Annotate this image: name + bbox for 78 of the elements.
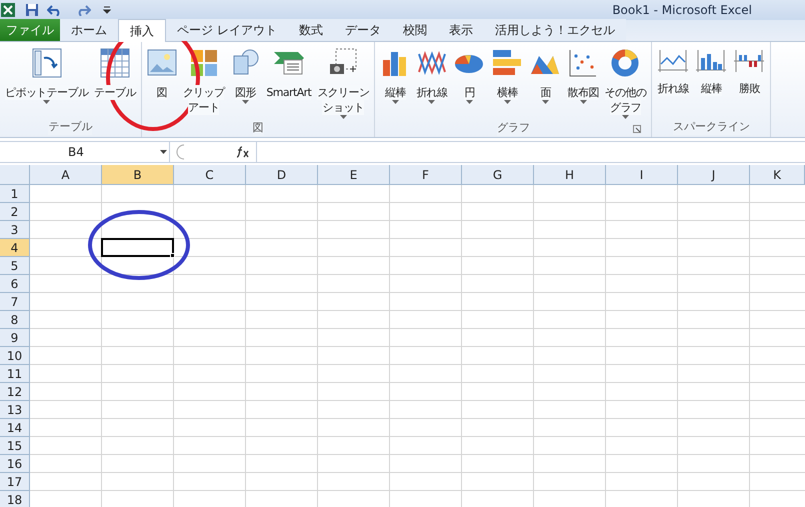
ribbon-tab[interactable]: ページ レイアウト bbox=[166, 19, 288, 41]
column-header[interactable]: G bbox=[462, 165, 534, 185]
save-icon[interactable] bbox=[25, 3, 39, 17]
window-title: Book1 - Microsoft Excel bbox=[612, 2, 752, 19]
customize-toolbar-icon[interactable] bbox=[103, 6, 111, 14]
picture-icon bbox=[146, 48, 177, 78]
pivot-table-icon bbox=[32, 48, 62, 78]
column-header[interactable]: D bbox=[246, 165, 318, 185]
row-header[interactable]: 7 bbox=[0, 293, 30, 311]
row-header[interactable]: 8 bbox=[0, 311, 30, 329]
ribbon-tab[interactable]: 数式 bbox=[288, 19, 334, 41]
column-header[interactable]: I bbox=[606, 165, 678, 185]
donut-chart-icon bbox=[610, 48, 640, 78]
row-header[interactable]: 11 bbox=[0, 365, 30, 383]
ribbon-button[interactable]: 散布図 bbox=[564, 48, 602, 119]
dialog-launcher-icon[interactable] bbox=[633, 125, 642, 133]
ribbon-button[interactable]: 縦棒 bbox=[377, 48, 414, 119]
ribbon-tab[interactable]: 活用しよう！エクセル bbox=[484, 19, 626, 41]
row-header[interactable]: 14 bbox=[0, 419, 30, 437]
ribbon-button[interactable]: 折れ線 bbox=[654, 48, 692, 117]
active-cell[interactable] bbox=[101, 238, 174, 257]
row-header[interactable]: 2 bbox=[0, 203, 30, 221]
name-box[interactable]: B4 bbox=[0, 142, 170, 162]
row-header[interactable]: 15 bbox=[0, 437, 30, 455]
ribbon-button[interactable]: 横棒 bbox=[488, 48, 526, 119]
group-label: スパークライン bbox=[672, 118, 750, 136]
row-header[interactable]: 3 bbox=[0, 221, 30, 239]
row-header[interactable]: 6 bbox=[0, 275, 30, 293]
ribbon-tab[interactable]: 表示 bbox=[438, 19, 484, 41]
row-header[interactable]: 16 bbox=[0, 455, 30, 473]
ribbon-button[interactable]: 図 bbox=[144, 48, 180, 119]
ribbon-tab[interactable]: ホーム bbox=[60, 19, 118, 41]
row-header[interactable]: 1 bbox=[0, 185, 30, 203]
file-tab[interactable]: ファイル bbox=[0, 19, 60, 41]
ribbon-button[interactable]: スクリーン ショット bbox=[314, 48, 372, 119]
ribbon-button[interactable]: 折れ線 bbox=[413, 48, 450, 119]
ribbon-button[interactable]: 図形 bbox=[227, 48, 264, 119]
group-label: 図 bbox=[252, 120, 264, 136]
group-label: テーブル bbox=[48, 118, 92, 136]
ribbon-button[interactable]: その他の グラフ bbox=[602, 48, 650, 119]
column-header[interactable]: K bbox=[750, 165, 805, 185]
column-header[interactable]: A bbox=[30, 165, 102, 185]
ribbon-button[interactable]: 縦棒 bbox=[692, 48, 730, 117]
row-header[interactable]: 17 bbox=[0, 473, 30, 491]
ribbon-button[interactable]: 勝敗 bbox=[730, 48, 768, 117]
column-header[interactable]: E bbox=[318, 165, 390, 185]
ribbon-button[interactable]: 円 bbox=[450, 48, 488, 119]
ribbon-tab[interactable]: 校閲 bbox=[392, 19, 438, 41]
column-header[interactable]: B bbox=[102, 165, 174, 185]
scatter-chart-icon bbox=[568, 48, 598, 78]
ribbon-button[interactable]: 面 bbox=[526, 48, 564, 119]
ribbon-button[interactable]: SmartArt bbox=[263, 48, 314, 119]
sparkline-line-icon bbox=[657, 48, 690, 74]
ribbon-button[interactable]: テーブル bbox=[91, 48, 139, 117]
cell-grid[interactable] bbox=[30, 185, 805, 507]
insert-function-icon[interactable] bbox=[236, 146, 250, 158]
row-header[interactable]: 18 bbox=[0, 491, 30, 507]
ribbon-tab[interactable]: 挿入 bbox=[118, 19, 166, 42]
ribbon-button[interactable]: クリップ アート bbox=[180, 48, 228, 119]
column-header[interactable]: F bbox=[390, 165, 462, 185]
row-header[interactable]: 4 bbox=[0, 239, 30, 257]
excel-logo-icon bbox=[1, 3, 15, 17]
column-header[interactable]: H bbox=[534, 165, 606, 185]
row-header[interactable]: 5 bbox=[0, 257, 30, 275]
row-header[interactable]: 10 bbox=[0, 347, 30, 365]
row-header[interactable]: 13 bbox=[0, 401, 30, 419]
bar-chart-icon bbox=[491, 48, 524, 78]
row-header[interactable]: 9 bbox=[0, 329, 30, 347]
column-header[interactable]: C bbox=[174, 165, 246, 185]
group-label: グラフ bbox=[496, 120, 530, 136]
ribbon-button[interactable]: ピボットテーブル bbox=[2, 48, 92, 117]
clip-art-icon bbox=[188, 48, 219, 78]
dropdown-caret-icon bbox=[160, 150, 167, 154]
ribbon-tab[interactable]: データ bbox=[334, 19, 392, 41]
column-header[interactable]: J bbox=[678, 165, 750, 185]
row-header[interactable]: 12 bbox=[0, 383, 30, 401]
win-loss-icon bbox=[733, 48, 766, 74]
sparkline-column-icon bbox=[695, 48, 728, 74]
